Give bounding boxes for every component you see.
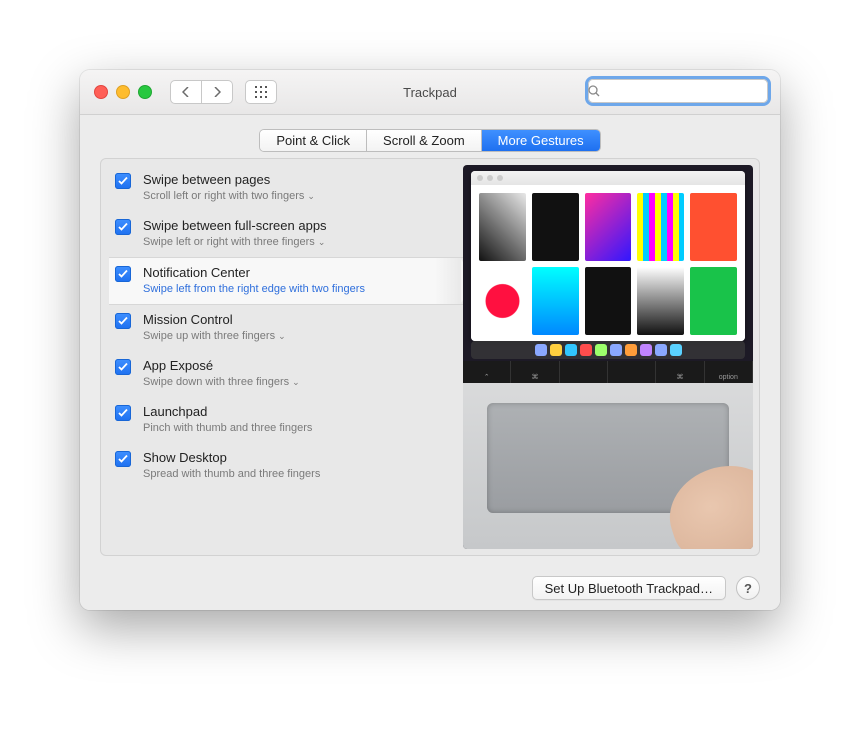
tab-more-gestures[interactable]: More Gestures (482, 130, 600, 151)
chevron-down-icon: ⌄ (278, 329, 286, 344)
option-text: Swipe between pages Scroll left or right … (143, 172, 315, 204)
option-title: Show Desktop (143, 450, 320, 465)
chevron-down-icon: ⌄ (307, 189, 315, 204)
search-input[interactable] (600, 80, 780, 102)
option-title: Mission Control (143, 312, 286, 327)
option-text: Mission Control Swipe up with three finge… (143, 312, 286, 344)
search-icon (588, 85, 600, 97)
gesture-preview: ⌃⌘⌘option (463, 165, 753, 549)
nav-buttons (170, 80, 233, 104)
preview-dock (471, 341, 745, 359)
chevron-right-icon (213, 87, 221, 97)
gesture-option[interactable]: Show Desktop Spread with thumb and three … (109, 443, 463, 489)
zoom-icon[interactable] (138, 85, 152, 99)
search-field[interactable] (588, 79, 768, 103)
titlebar: Trackpad (80, 70, 780, 115)
option-desc[interactable]: Scroll left or right with two fingers⌄ (143, 189, 315, 204)
preview-body (463, 383, 753, 549)
content-panel: Swipe between pages Scroll left or right … (100, 158, 760, 556)
close-icon[interactable] (94, 85, 108, 99)
option-text: Launchpad Pinch with thumb and three fing… (143, 404, 312, 436)
checkbox[interactable] (115, 173, 131, 189)
gesture-option[interactable]: Mission Control Swipe up with three finge… (109, 305, 463, 351)
show-all-button[interactable] (245, 80, 277, 104)
option-text: Notification Center Swipe left from the r… (143, 265, 365, 297)
gesture-option[interactable]: App Exposé Swipe down with three fingers⌄ (109, 351, 463, 397)
option-desc[interactable]: Swipe up with three fingers⌄ (143, 329, 286, 344)
checkbox[interactable] (115, 219, 131, 235)
checkbox[interactable] (115, 313, 131, 329)
chevron-down-icon: ⌄ (292, 375, 300, 390)
chevron-down-icon: ⌄ (318, 235, 326, 250)
minimize-icon[interactable] (116, 85, 130, 99)
option-title: Launchpad (143, 404, 312, 419)
preview-keyboard: ⌃⌘⌘option (463, 361, 753, 383)
tabs: Point & Click Scroll & Zoom More Gesture… (80, 129, 780, 152)
option-title: Swipe between full-screen apps (143, 218, 327, 233)
tab-point-click[interactable]: Point & Click (260, 130, 367, 151)
option-desc: Spread with thumb and three fingers (143, 467, 320, 482)
gesture-option[interactable]: Swipe between pages Scroll left or right … (109, 165, 463, 211)
gesture-option[interactable]: Notification Center Swipe left from the r… (109, 257, 463, 305)
option-text: Swipe between full-screen apps Swipe left… (143, 218, 327, 250)
segmented-control: Point & Click Scroll & Zoom More Gesture… (259, 129, 600, 152)
back-button[interactable] (170, 80, 202, 104)
checkbox[interactable] (115, 405, 131, 421)
gesture-option[interactable]: Launchpad Pinch with thumb and three fing… (109, 397, 463, 443)
gesture-options-list: Swipe between pages Scroll left or right … (101, 159, 463, 555)
tab-scroll-zoom[interactable]: Scroll & Zoom (367, 130, 482, 151)
footer: Set Up Bluetooth Trackpad… ? (80, 566, 780, 610)
window-controls (94, 85, 152, 99)
option-desc: Swipe left from the right edge with two … (143, 282, 365, 297)
preferences-window: Trackpad Point & Click Scroll & Zoom Mor… (80, 70, 780, 610)
preview-browser (471, 171, 745, 341)
option-desc: Pinch with thumb and three fingers (143, 421, 312, 436)
grid-icon (255, 86, 267, 98)
checkbox[interactable] (115, 451, 131, 467)
option-desc[interactable]: Swipe left or right with three fingers⌄ (143, 235, 327, 250)
option-title: Notification Center (143, 265, 365, 280)
checkbox[interactable] (115, 359, 131, 375)
option-title: Swipe between pages (143, 172, 315, 187)
option-title: App Exposé (143, 358, 300, 373)
gesture-option[interactable]: Swipe between full-screen apps Swipe left… (109, 211, 463, 257)
setup-bluetooth-button[interactable]: Set Up Bluetooth Trackpad… (532, 576, 726, 600)
chevron-left-icon (182, 87, 190, 97)
forward-button[interactable] (202, 80, 233, 104)
checkbox[interactable] (115, 266, 131, 282)
option-text: App Exposé Swipe down with three fingers⌄ (143, 358, 300, 390)
help-button[interactable]: ? (736, 576, 760, 600)
option-text: Show Desktop Spread with thumb and three … (143, 450, 320, 482)
option-desc[interactable]: Swipe down with three fingers⌄ (143, 375, 300, 390)
